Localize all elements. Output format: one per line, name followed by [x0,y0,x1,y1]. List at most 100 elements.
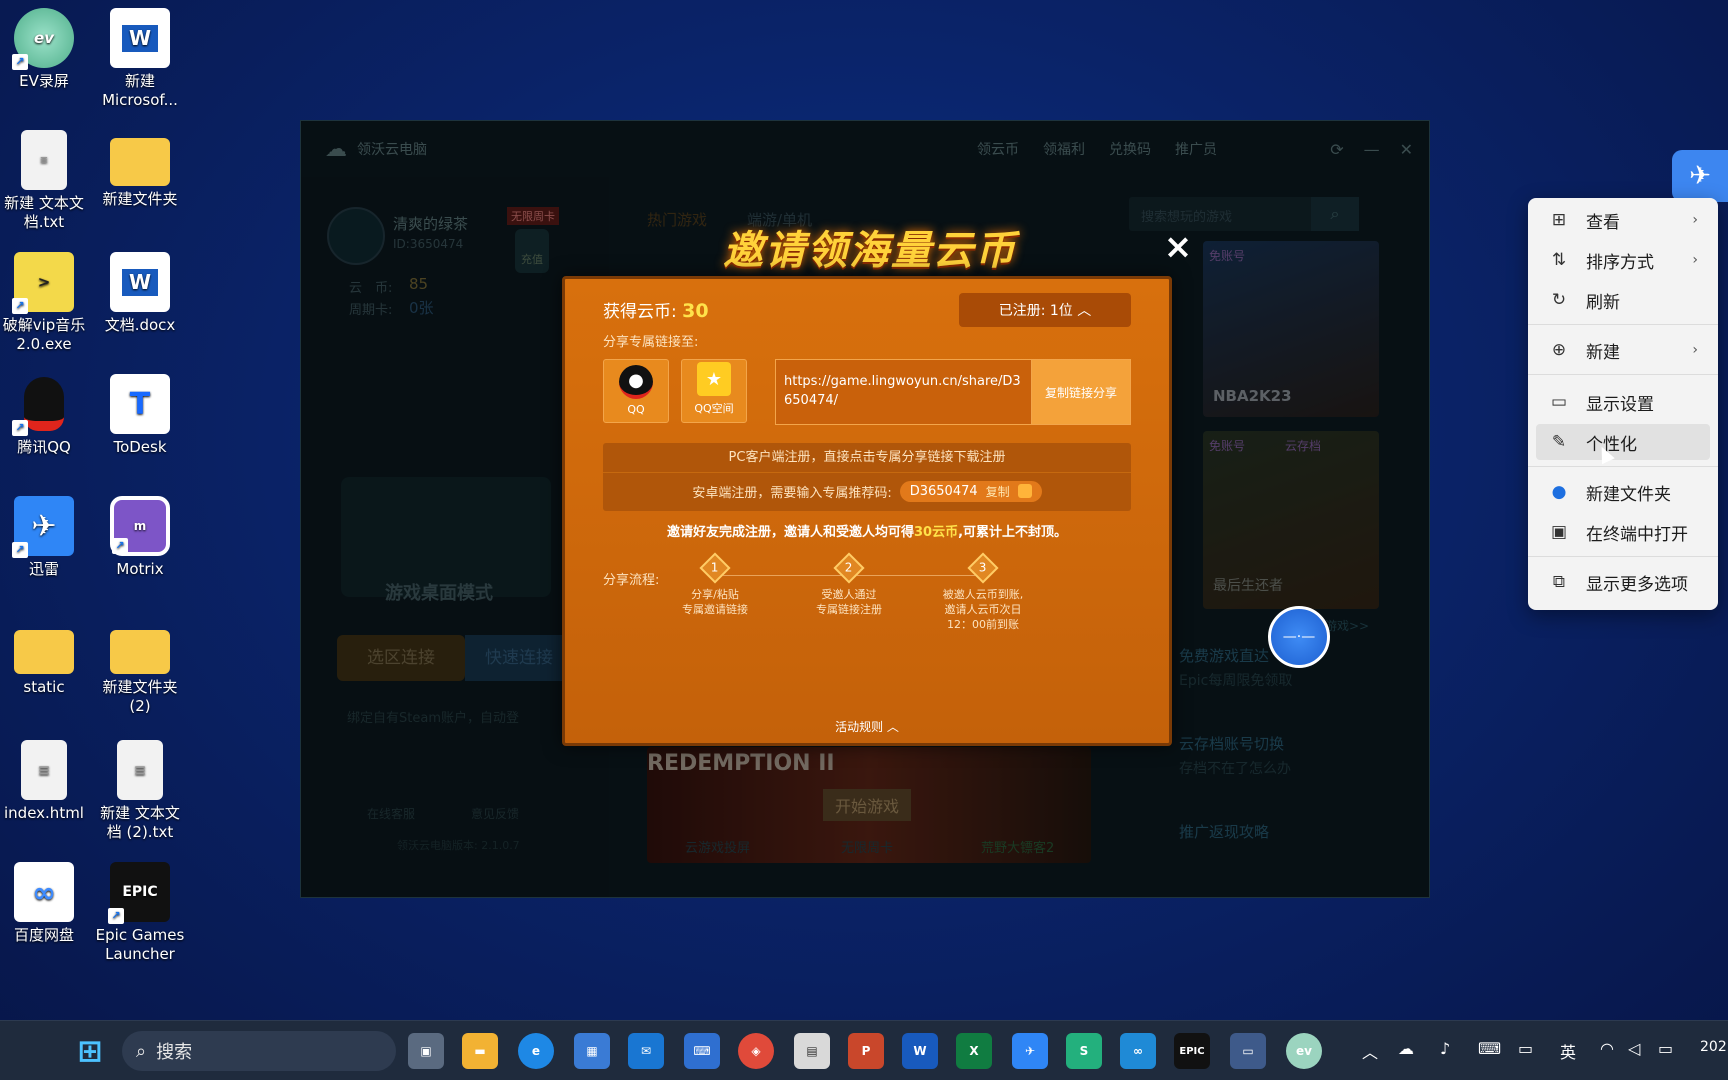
microphone-icon[interactable]: ♪ [1440,1039,1450,1058]
referral-code-chip[interactable]: D3650474 复制 [899,480,1042,502]
share-qq-button[interactable]: ● QQ [603,359,669,423]
store-icon[interactable]: ▦ [574,1033,610,1069]
battery-icon[interactable]: ▭ [1658,1039,1673,1058]
copy-link-share-button[interactable]: 复制链接分享 [1031,359,1131,425]
step-number: 3 [979,560,987,575]
menu-item-refresh[interactable]: ↻ 刷新 [1536,282,1710,318]
menu-item-new[interactable]: ⊕ 新建 › [1536,332,1710,368]
referral-code: D3650474 [909,483,978,499]
start-windows-icon[interactable]: ⊞ [72,1033,108,1069]
desktop-icon-static[interactable]: static [0,618,92,697]
menu-item-personalize[interactable]: ✎ 个性化 [1536,424,1710,460]
modal-close-icon[interactable]: × [1162,230,1194,264]
taskbar-search[interactable]: ⌕ 搜索 [122,1031,396,1071]
registered-toggle[interactable]: 已注册: 1位 ︿ [959,293,1131,327]
volume-icon[interactable]: ◁ [1628,1039,1640,1058]
clock[interactable]: 202 [1700,1039,1727,1055]
desktop-icon-new-folder-2[interactable]: 新建文件夹 (2) [92,618,188,716]
menu-label: 新建文件夹 [1586,484,1671,505]
copy-icon [1017,484,1032,498]
desktop-icon-label: 破解vip音乐 2.0.exe [2,316,86,353]
epic-taskbar-icon[interactable]: EPIC [1174,1033,1210,1069]
text-file-icon: ≡ [21,740,67,800]
chevron-right-icon: › [1692,342,1698,358]
notes-app-icon[interactable]: ▤ [794,1033,830,1069]
epic-games-icon: EPIC ↗ [108,862,170,924]
remote-desktop-icon[interactable]: ▭ [1230,1033,1266,1069]
desktop-icon-epic[interactable]: EPIC ↗ Epic Games Launcher [92,862,188,964]
invite-post: ,可累计上不封顶。 [958,525,1068,540]
desktop-icon-index-html[interactable]: ≡ index.html [0,740,92,823]
menu-item-display-settings[interactable]: ▭ 显示设置 [1536,384,1710,420]
desktop-icon-label: ToDesk [113,438,167,456]
desktop-icon-ev-recorder[interactable]: ev ↗ EV录屏 [0,8,92,91]
menu-item-sort[interactable]: ⇅ 排序方式 › [1536,242,1710,278]
plus-circle-icon: ⊕ [1551,340,1567,360]
desktop-icon-text-file[interactable]: ≡ 新建 文本文 档.txt [0,130,92,232]
share-qzone-label: QQ空间 [694,402,734,415]
chevron-up-icon: ︿ [886,720,899,734]
xunlei-float-icon[interactable]: ✈ [1672,150,1728,202]
tray-overflow-chevron-icon[interactable]: ︿ [1362,1039,1378,1063]
terminal-icon: ▣ [1550,522,1568,542]
menu-label: 显示设置 [1586,394,1654,415]
floating-assistant-icon[interactable]: —·— [1268,606,1330,668]
qq-penguin-icon: ● [619,365,653,399]
desktop-icon-label: EV录屏 [19,72,69,90]
activity-rules-link[interactable]: 活动规则 ︿ [565,718,1169,735]
word-doc-icon: W [110,252,170,312]
menu-item-more-options[interactable]: ⧉ 显示更多选项 [1536,564,1710,600]
desktop-icon-motrix[interactable]: m ↗ Motrix [92,496,188,579]
mail-icon[interactable]: ✉ [628,1033,664,1069]
desktop-icon-label: 百度网盘 [13,926,74,944]
ime-indicator[interactable]: 英 [1560,1039,1576,1063]
desktop-icon-new-folder[interactable]: 新建文件夹 [92,130,188,209]
keyboard-icon[interactable]: ⌨ [1478,1039,1501,1058]
flow-step-2: 2 受邀人通过 专属链接注册 [789,552,909,617]
copy-code-button[interactable]: 复制 [986,483,1010,500]
anydesk-icon[interactable]: ◈ [738,1033,774,1069]
modal-banner: 邀请领海量云币 [723,228,1017,274]
desktop-icon-qq[interactable]: ↗ 腾讯QQ [0,374,92,457]
menu-item-new-folder[interactable]: ● 新建文件夹 [1536,474,1710,510]
menu-divider [1528,556,1718,557]
text-file-icon: ≡ [117,740,163,800]
wifi-icon[interactable]: ◠ [1600,1039,1614,1058]
keyboard-app-icon[interactable]: ⌨ [684,1033,720,1069]
xunlei-taskbar-icon[interactable]: ✈ [1012,1033,1048,1069]
green-app-icon[interactable]: S [1066,1033,1102,1069]
android-register-row: 安卓端注册，需要输入专属推荐码: D3650474 复制 [603,473,1131,509]
desktop-icon-label: Motrix [116,560,164,578]
menu-divider [1528,466,1718,467]
menu-item-open-terminal[interactable]: ▣ 在终端中打开 [1536,514,1710,550]
menu-label: 新建 [1586,342,1620,363]
rules-label: 活动规则 [835,720,884,734]
powerpoint-icon[interactable]: P [848,1033,884,1069]
ev-recorder-icon: ev ↗ [12,8,74,70]
share-url-field[interactable]: https://game.lingwoyun.cn/share/D3650474… [775,359,1031,425]
desktop-icon-xunlei[interactable]: ✈ ↗ 迅雷 [0,496,92,579]
step-text: 被邀人云币到账, 邀请人云币次日 12：00前到账 [942,588,1024,631]
share-qzone-button[interactable]: ★ QQ空间 [681,359,747,423]
desktop-icon-label: 新建文件夹 (2) [102,678,178,715]
onedrive-cloud-icon[interactable]: ☁ [1398,1039,1414,1058]
desktop-icon-text-file-2[interactable]: ≡ 新建 文本文 档 (2).txt [92,740,188,842]
file-explorer-icon[interactable]: ▬ [462,1033,498,1069]
task-view-icon[interactable]: ▣ [408,1033,444,1069]
desktop-icon-word-new[interactable]: W 新建 Microsof... [92,8,188,110]
lingwo-cloud-icon[interactable]: ∞ [1120,1033,1156,1069]
desktop-icon-exe[interactable]: > ↗ 破解vip音乐 2.0.exe [0,252,92,354]
refresh-icon: ↻ [1551,290,1567,310]
tablet-mode-icon[interactable]: ▭ [1518,1039,1533,1058]
edge-icon[interactable]: e [518,1033,554,1069]
menu-label: 在终端中打开 [1586,524,1688,545]
menu-item-view[interactable]: ⊞ 查看 › [1536,202,1710,238]
desktop-icon-docx[interactable]: W 文档.docx [92,252,188,335]
desktop-icon-todesk[interactable]: T ToDesk [92,374,188,457]
excel-icon[interactable]: X [956,1033,992,1069]
word-icon[interactable]: W [902,1033,938,1069]
menu-label: 刷新 [1586,292,1620,313]
desktop-icon-baidu[interactable]: ∞ 百度网盘 [0,862,92,945]
todesk-icon: T [110,374,170,434]
ev-taskbar-icon[interactable]: ev [1286,1033,1322,1069]
